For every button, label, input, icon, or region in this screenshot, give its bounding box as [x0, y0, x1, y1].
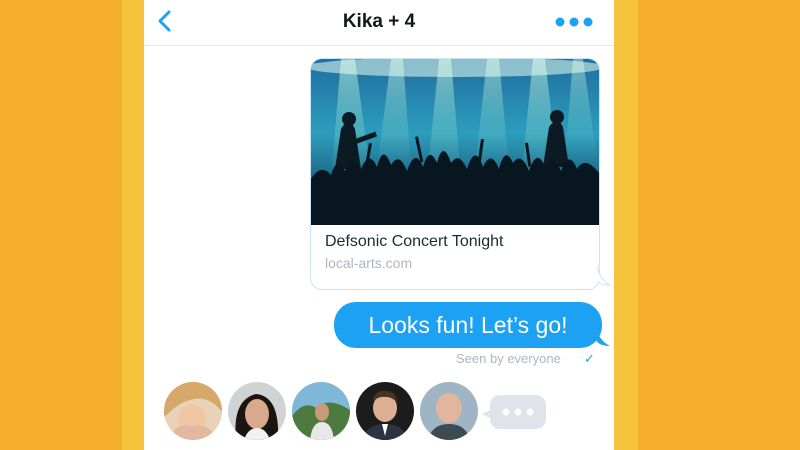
participant-avatar-4[interactable] — [356, 382, 414, 440]
participant-avatar-2[interactable] — [228, 382, 286, 440]
background-stripe-right — [614, 0, 638, 450]
dm-conversation-screen: Kika + 4 Defsonic Concert Tonight local-… — [144, 0, 614, 450]
card-tail — [597, 265, 611, 286]
conversation-header: Kika + 4 — [144, 0, 614, 46]
read-receipt: Seen by everyone — [456, 351, 561, 366]
bubble-tail — [596, 326, 610, 346]
participant-avatar-1[interactable] — [164, 382, 222, 440]
concert-photo — [311, 59, 599, 225]
participant-avatar-5[interactable] — [420, 382, 478, 440]
conversation-title: Kika + 4 — [342, 11, 416, 32]
typing-dots-icon — [502, 408, 534, 416]
background-stripe-left — [122, 0, 144, 450]
link-domain: local-arts.com — [325, 255, 413, 271]
more-horizontal-icon[interactable] — [554, 13, 594, 31]
link-title: Defsonic Concert Tonight — [325, 233, 504, 250]
sent-message-bubble[interactable]: Looks fun! Let’s go! — [334, 302, 602, 348]
checkmark-icon: ✓ — [584, 351, 595, 366]
typing-indicator — [490, 395, 546, 429]
link-preview-card[interactable]: Defsonic Concert Tonight local-arts.com — [310, 58, 611, 290]
participant-avatar-3[interactable] — [292, 382, 350, 440]
